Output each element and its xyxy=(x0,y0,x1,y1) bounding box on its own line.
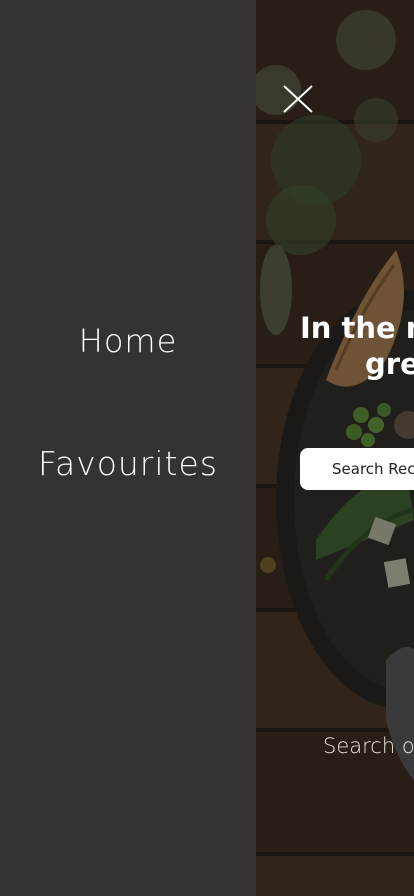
hero-title: In the m gre xyxy=(300,310,414,382)
close-menu-button[interactable] xyxy=(282,84,314,116)
nav-item-favourites[interactable]: Favourites xyxy=(0,444,256,483)
hero-title-line1: In the m xyxy=(300,311,414,345)
background-page: In the m gre Search ov xyxy=(256,0,414,896)
recipe-search-input[interactable] xyxy=(300,448,414,490)
side-drawer: Home Favourites xyxy=(0,0,256,896)
hero-title-line2: gre xyxy=(365,347,414,381)
nav-item-home[interactable]: Home xyxy=(0,322,256,360)
close-icon xyxy=(283,85,313,113)
search-overview-text: Search ov xyxy=(323,734,414,758)
drawer-nav: Home Favourites xyxy=(0,0,256,896)
